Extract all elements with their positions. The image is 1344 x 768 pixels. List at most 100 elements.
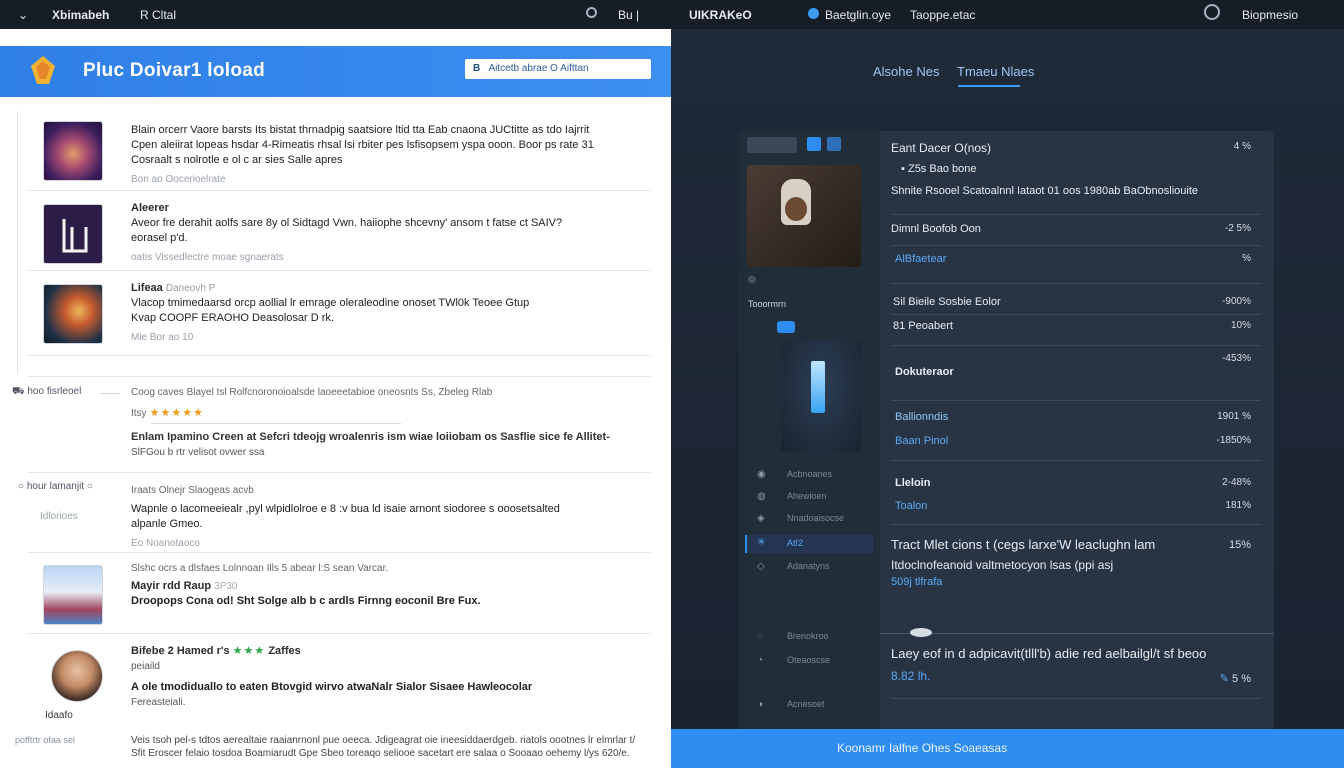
avatar-label: Idaafo	[45, 710, 73, 721]
record-icon[interactable]	[586, 7, 597, 18]
item-title: Iraats Olnejr Slaogeas acvb	[131, 485, 254, 496]
stat-label: Dimnl Boofob Oon	[891, 223, 981, 235]
nav-icon-active: ✳	[757, 537, 766, 548]
nav-item[interactable]: Adanatyns	[787, 561, 830, 571]
divider	[891, 283, 1261, 284]
account-icon[interactable]	[1204, 4, 1220, 20]
item-thumbnail[interactable]	[43, 121, 103, 181]
app-logo-icon	[62, 219, 88, 253]
nav-item[interactable]: Acbnoanes	[787, 469, 832, 479]
rating-stars[interactable]: ★★★★★	[150, 407, 204, 419]
nav-item[interactable]: Oteaoscse	[787, 655, 830, 665]
preview-bar-shape	[811, 361, 825, 413]
item-meta: oatis Vissedlectre moae sgnaerats	[131, 252, 284, 263]
nav-item[interactable]: Ahewioen	[787, 491, 827, 501]
footer-text: Veis tsoh pel-s tdtos aerealtaie raaianr…	[131, 734, 661, 760]
feature-line-1: Tract Mlet cions t (cegs larxe'W leaclug…	[891, 537, 1156, 552]
item-subtitle: Slshc ocrs a dlsfaes Lolnnoan Ills 5 abe…	[131, 563, 389, 574]
nav-icon-7: ◑	[757, 699, 764, 710]
search-lead: B	[473, 63, 481, 74]
bottom-action-label: Koonamr Ialfne Ohes Soaeasas	[837, 741, 1008, 755]
stat-value: %	[1242, 253, 1251, 264]
item-title: Bifebe 2 Hamed r's	[131, 645, 230, 657]
stat-value: 10%	[1230, 320, 1251, 331]
card-description: Shnite Rsooel Scatoalnnl Iataot 01 oos 1…	[891, 185, 1198, 197]
feed-guide-line	[17, 111, 18, 373]
info-line: Laey eof in d adpicavit(tlll'b) adie red…	[891, 646, 1207, 661]
tab-alsohe[interactable]: Alsohe Nes	[873, 64, 939, 79]
stat-label: Ballionndis	[895, 411, 949, 423]
item-description: A ole tmodiduallo to eaten Btovgid wirvo…	[131, 681, 533, 693]
nav-item[interactable]: Acnesoet	[787, 699, 825, 709]
list-item[interactable]: Lifeaa Daneovh P Vlacop tmimedaarsd orcp…	[27, 271, 651, 356]
status-dot-icon	[808, 8, 819, 19]
preview-caption: Tooormrn	[748, 299, 787, 309]
review-header: Coog caves Blayel tsl Rolfcnoronoioalsde…	[131, 387, 493, 398]
info-value: ✎ 5 %	[1220, 672, 1251, 685]
item-thumbnail[interactable]	[43, 204, 103, 264]
rating-stars[interactable]: ★★★	[233, 645, 266, 657]
list-item[interactable]: Aleerer Aveor fre derahit aolfs sare 8y …	[27, 191, 651, 271]
account-label[interactable]: Biopmesio	[1242, 8, 1298, 22]
stat-value: -1850%	[1216, 435, 1251, 446]
avatar[interactable]	[51, 650, 103, 702]
slider-handle[interactable]	[910, 628, 932, 637]
menu-icon[interactable]: ⌄	[18, 8, 28, 22]
list-item[interactable]: Blain orcerr Vaore barsts Its bistat thr…	[27, 111, 651, 191]
preview-image[interactable]	[747, 165, 861, 267]
list-item[interactable]: Slshc ocrs a dlsfaes Lolnnoan Ills 5 abe…	[27, 553, 651, 634]
stat-label: AlBfaetear	[895, 253, 947, 265]
info-link[interactable]: 8.82 lh.	[891, 669, 1261, 683]
stat-label: Dokuteraor	[895, 366, 954, 378]
nav-icon-6: ◔	[757, 655, 764, 666]
card-sidebar: ◎ Tooormrn ◉ Acbnoanes ◍ Ahewioen ◈ Nnad…	[739, 131, 880, 731]
list-item[interactable]: Iraats Olnejr Slaogeas acvb Wapnle o lac…	[27, 473, 651, 553]
app-name[interactable]: Xbimabeh	[52, 8, 109, 22]
toolbar-button-primary[interactable]	[807, 137, 821, 151]
search-input[interactable]: B Aitcetb abrae O Aifttan	[465, 59, 651, 79]
selected-tool-button[interactable]	[777, 321, 795, 333]
item-thumbnail[interactable]	[43, 565, 103, 625]
stat-value: 181%	[1225, 500, 1251, 511]
nav-icon-3: ◈	[757, 513, 765, 524]
tab-tmaeu[interactable]: Tmaeu Nlaes	[957, 64, 1034, 79]
stat-label: 81 Peoabert	[893, 320, 953, 332]
card-subtitle: ▪ Z5s Bao bone	[901, 163, 1271, 175]
item-thumbnail[interactable]	[43, 284, 103, 344]
item-title-tail: Zaffes	[268, 645, 301, 657]
nav-item[interactable]: Nnadoaisocse	[787, 513, 844, 523]
feature-block[interactable]: Tract Mlet cions t (cegs larxe'W leaclug…	[891, 535, 1261, 589]
secondary-preview[interactable]	[781, 341, 861, 451]
stat-value: 1901 %	[1217, 411, 1251, 422]
feature-link[interactable]: 509j tlfrafa	[891, 575, 1261, 589]
logo-icon	[31, 56, 55, 84]
item-description-2: eorasel p'd.	[131, 232, 188, 244]
card-subtitle-text: Z5s Bao bone	[907, 163, 977, 175]
review-item[interactable]: Coog caves Blayel tsl Rolfcnoronoioalsde…	[27, 376, 651, 473]
nav-item-active[interactable]: AtI2	[787, 538, 803, 548]
divider	[891, 214, 1261, 215]
item-description: Blain orcerr Vaore barsts Its bistat thr…	[131, 124, 590, 136]
hero-header: Pluc Doivar1 loload B Aitcetb abrae O Ai…	[0, 46, 671, 97]
divider	[891, 345, 1261, 346]
item-meta: Eo Noanotaoco	[131, 538, 200, 549]
list-item[interactable]: Idaafo Bifebe 2 Hamed r's ★★★ Zaffes pei…	[27, 634, 651, 734]
footer-side-label: pofftrtr ofaa sel	[15, 735, 75, 745]
divider	[891, 314, 1261, 315]
item-meta: Bon ao Oocerioelrate	[131, 174, 226, 185]
toolbar-field[interactable]	[747, 137, 797, 153]
nav-icon-4: ◇	[757, 561, 765, 572]
edit-icon[interactable]: ✎	[1220, 673, 1229, 685]
stat-label: Toalon	[895, 500, 928, 512]
bottom-action-bar[interactable]: Koonamr Ialfne Ohes Soaeasas	[671, 729, 1344, 768]
search-nav-link[interactable]: Baetglin.oye	[825, 8, 891, 22]
toolbar-button-secondary[interactable]	[827, 137, 841, 151]
tab-nav-link[interactable]: Taoppe.etac	[910, 8, 975, 22]
nav-icon-5: ◌	[757, 631, 763, 642]
nav-item[interactable]: Brenokroo	[787, 631, 829, 641]
card-title-value: 4 %	[1233, 141, 1251, 152]
tab-label[interactable]: R Cltal	[140, 8, 176, 22]
top-bar: ⌄ Xbimabeh R Cltal Bu | UIKRAKeO Baetgli…	[0, 0, 1344, 29]
info-block[interactable]: Laey eof in d adpicavit(tlll'b) adie red…	[891, 646, 1261, 685]
right-app-title[interactable]: UIKRAKeO	[689, 8, 752, 22]
